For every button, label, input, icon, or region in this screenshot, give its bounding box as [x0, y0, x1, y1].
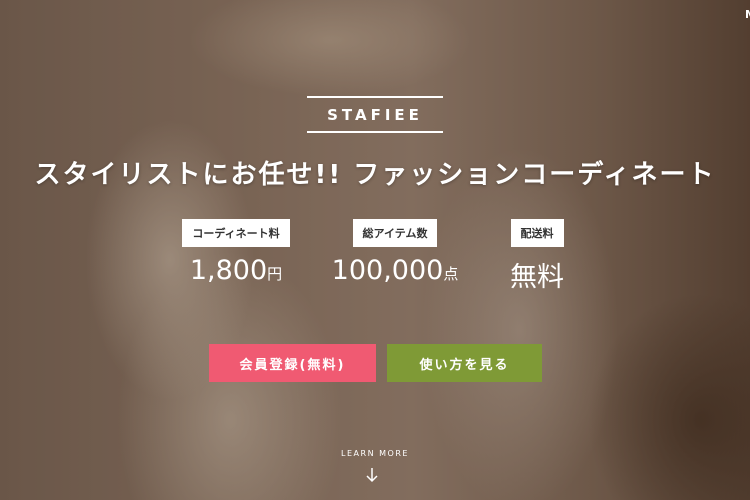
stat-number: 無料	[510, 262, 564, 293]
stat-number: 1,800	[189, 255, 268, 286]
stat-unit: 円	[267, 265, 283, 283]
stat-coordinate-fee: コーディネート料 1,800円	[171, 219, 301, 286]
stat-unit: 点	[443, 265, 459, 283]
stat-label: コーディネート料	[182, 219, 290, 247]
stat-value: 無料	[497, 255, 577, 294]
how-to-use-button[interactable]: 使い方を見る	[387, 344, 542, 382]
logo-bottom-rule	[307, 131, 443, 133]
stat-number: 100,000	[331, 255, 444, 286]
arrow-down-icon[interactable]	[364, 466, 380, 484]
stat-label: 総アイテム数	[352, 219, 438, 247]
stat-label: 配送料	[510, 219, 564, 247]
stat-value: 1,800円	[171, 255, 301, 286]
menu-label-clipped[interactable]: M	[745, 8, 750, 21]
stat-value: 100,000点	[330, 255, 460, 286]
stat-total-items: 総アイテム数 100,000点	[330, 219, 460, 286]
logo-text: STAFIEE	[327, 106, 423, 124]
learn-more-link[interactable]: LEARN MORE	[0, 449, 750, 458]
brand-logo: STAFIEE	[307, 96, 443, 133]
hero-headline: スタイリストにお任せ!! ファッションコーディネート	[34, 160, 716, 190]
stat-shipping-fee: 配送料 無料	[497, 219, 577, 294]
register-free-button[interactable]: 会員登録(無料)	[209, 344, 376, 382]
